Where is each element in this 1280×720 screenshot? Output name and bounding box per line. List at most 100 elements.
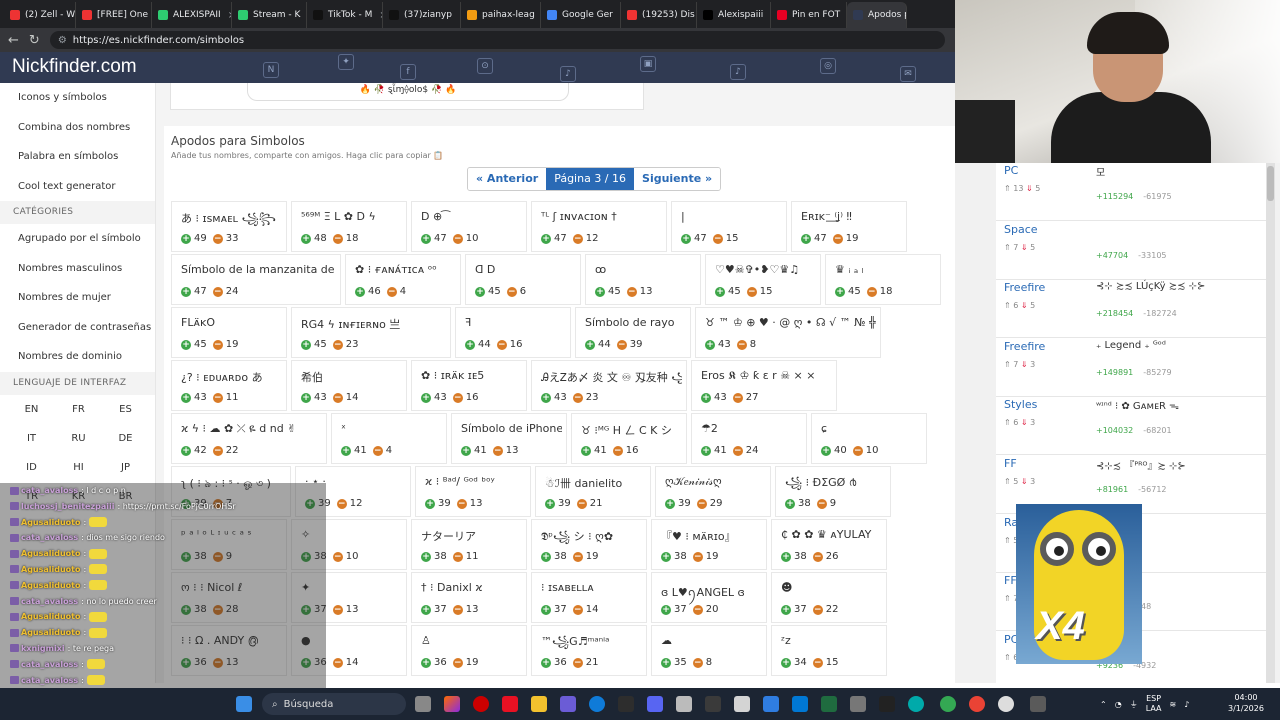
upvote-icon[interactable]: +	[541, 551, 551, 562]
popular-nick-category[interactable]: Freefire	[1004, 281, 1045, 294]
upvote-icon[interactable]: +	[421, 233, 431, 244]
settings-icon[interactable]	[850, 696, 866, 712]
downvote-icon[interactable]: −	[506, 286, 517, 297]
sidebar-link[interactable]: Iconos y símbolos	[0, 83, 155, 113]
downvote-icon[interactable]: −	[336, 498, 347, 509]
upvote-icon[interactable]: +	[355, 286, 365, 297]
downvote-icon[interactable]: −	[212, 445, 223, 456]
upvote-icon[interactable]: +	[421, 551, 431, 562]
chrome-icon[interactable]	[940, 696, 956, 712]
symbols-button[interactable]: 🔥 🥀 ȿἶɱ⟠olo$ 🥀 🔥	[247, 83, 569, 101]
nick-card[interactable]: ⁝ ɪsᴀʙᴇʟʟᴀ +37−14	[531, 572, 647, 623]
nick-card[interactable]: ᎯえᏃあ〆 炎 文 ♾ 刄友种 ꧁ ⁝ +43−23	[531, 360, 687, 411]
popular-nick-category[interactable]: Freefire	[1004, 340, 1045, 353]
downvote-icon[interactable]: −	[332, 233, 343, 244]
upvote-icon[interactable]: +	[181, 445, 191, 456]
nick-card[interactable]: ᗡ D +45−6	[465, 254, 581, 305]
downvote-icon[interactable]: −	[452, 392, 463, 403]
upvote-icon[interactable]: +	[475, 286, 485, 297]
app-icon[interactable]	[560, 696, 576, 712]
downvote-icon[interactable]: −	[386, 286, 397, 297]
nick-card[interactable]: ナターリア +38−11	[411, 519, 527, 570]
chat-username[interactable]: cata_avaloss	[21, 676, 78, 685]
language-option[interactable]: ID	[8, 453, 55, 482]
app-icon[interactable]	[821, 696, 837, 712]
chat-username[interactable]: Agusaliduoto	[21, 612, 81, 621]
upvote-icon[interactable]: +	[781, 551, 791, 562]
nick-card[interactable]: ¿? ⁝ ᴇᴅᴜᴀʀᴅᴏ あ +43−11	[171, 360, 287, 411]
downvote-icon[interactable]: −	[212, 233, 223, 244]
nick-card[interactable]: ꝏ +45−13	[585, 254, 701, 305]
downvote-icon[interactable]: −	[332, 604, 343, 615]
language-option[interactable]: JP	[102, 453, 149, 482]
upvote-icon[interactable]: +	[595, 286, 605, 297]
downvote-icon[interactable]: −	[696, 498, 707, 509]
opera-icon[interactable]	[473, 696, 489, 712]
downvote-icon[interactable]: −	[832, 233, 843, 244]
nick-card[interactable]: ɞ L♥ꪆANGEL ɞ +37−20	[651, 572, 767, 623]
downvote-icon[interactable]: −	[866, 286, 877, 297]
up-arrow-icon[interactable]: ⇑	[1004, 653, 1013, 662]
nick-card[interactable]: ϰ ⁝ ᴮᵃᵈ/ ᴳᵒᵈ ᵇᵒʸ +39−13	[415, 466, 531, 517]
downvote-icon[interactable]: −	[332, 551, 343, 562]
upvote-icon[interactable]: +	[781, 657, 791, 668]
browser-tab[interactable]: ALEXISPAII×	[152, 2, 232, 28]
sidebar-link[interactable]: Palabra en símbolos	[0, 142, 155, 172]
browser-tab[interactable]: Apodos p×	[847, 2, 907, 28]
upvote-icon[interactable]: +	[301, 233, 311, 244]
downvote-icon[interactable]: −	[746, 286, 757, 297]
chat-username[interactable]: cata_avaloss	[21, 597, 78, 606]
downvote-icon[interactable]: −	[212, 339, 223, 350]
downvote-icon[interactable]: −	[812, 657, 823, 668]
chrome-profile-icon[interactable]	[969, 696, 985, 712]
nick-card[interactable]: ɕ +40−10	[811, 413, 927, 464]
app-icon[interactable]	[734, 696, 750, 712]
chat-username[interactable]: Agusaliduoto	[21, 628, 81, 637]
prev-page-button[interactable]: « Anterior	[468, 168, 547, 190]
down-arrow-icon[interactable]: ⇓	[1023, 184, 1035, 193]
downvote-icon[interactable]: −	[572, 657, 583, 668]
downvote-icon[interactable]: −	[812, 604, 823, 615]
nick-card[interactable]: Símbolo de la manzanita de pho +47−24	[171, 254, 341, 305]
nick-card[interactable]: ꧁ ⁝ ÐΣGØ ൪ +38−9	[775, 466, 891, 517]
scrollbar-thumb[interactable]	[1267, 166, 1274, 201]
downvote-icon[interactable]: −	[212, 392, 223, 403]
down-arrow-icon[interactable]: ⇓	[1018, 301, 1030, 310]
scrollbar[interactable]	[1266, 163, 1275, 683]
popular-nick-category[interactable]: Space	[1004, 223, 1038, 236]
nick-card[interactable]: ♙ +36−19	[411, 625, 527, 676]
nick-card[interactable]: 『♥ ⁝ ᴍᴀ̈ʀɪᴏ』 +38−19	[651, 519, 767, 570]
downvote-icon[interactable]: −	[816, 498, 827, 509]
popular-nick-card[interactable]: Freefire ₊ Legend ₊ ᴳᵒᵈ ⇑ 7 ⇓ 3 +149891 -852…	[996, 339, 1270, 397]
upvote-icon[interactable]: +	[785, 498, 795, 509]
downvote-icon[interactable]: −	[692, 657, 703, 668]
browser-tab[interactable]: (37)zianyp×	[383, 2, 461, 28]
nick-card[interactable]: ᶻ𝗓 +34−15	[771, 625, 887, 676]
chat-username[interactable]: Agusaliduoto	[21, 518, 81, 527]
calculator-icon[interactable]	[1030, 696, 1046, 712]
category-link[interactable]: Nombres de mujer	[0, 283, 155, 313]
upvote-icon[interactable]: +	[835, 286, 845, 297]
clock[interactable]: 04:00 3/1/2026	[1228, 692, 1264, 714]
app-icon[interactable]	[908, 696, 924, 712]
nick-card[interactable]: ₵ ✿ ✿ ♛ ᴀYULAY +38−26	[771, 519, 887, 570]
up-arrow-icon[interactable]: ⇑	[1004, 594, 1013, 603]
upvote-icon[interactable]: +	[661, 551, 671, 562]
upvote-icon[interactable]: +	[705, 339, 715, 350]
upvote-icon[interactable]: +	[661, 657, 671, 668]
popular-nick-category[interactable]: FF	[1004, 574, 1017, 587]
nick-card[interactable]: FLᴀ̈ᴋO +45−19	[171, 307, 287, 358]
nick-card[interactable]: Símbolo de rayo +44−39	[575, 307, 691, 358]
nick-card[interactable]: ✿ ⁝ ɪʀᴀ̈ᴋ ɪᴇ5 +43−16	[411, 360, 527, 411]
nick-card[interactable]: ™꧁G♬ᵐᵃⁿⁱᵃ +36−21	[531, 625, 647, 676]
downvote-icon[interactable]: −	[452, 233, 463, 244]
downvote-icon[interactable]: −	[452, 604, 463, 615]
nick-card[interactable]: ♛ ᵢ ₐ ₗ +45−18	[825, 254, 941, 305]
popular-nick-card[interactable]: Freefire ⊰⊹ ≿≾ LÚçKÿ ≿≾ ⊹⊱ ⇑ 6 ⇓ 5 +218454-…	[996, 280, 1270, 339]
downvote-icon[interactable]: −	[692, 604, 703, 615]
category-link[interactable]: Generador de contraseñas	[0, 313, 155, 343]
downvote-icon[interactable]: −	[576, 498, 587, 509]
upvote-icon[interactable]: +	[421, 392, 431, 403]
downvote-icon[interactable]: −	[332, 339, 343, 350]
nick-card[interactable]: 𝕯ᵖ꧁ シ ⁝ ღ✿ +38−19	[531, 519, 647, 570]
